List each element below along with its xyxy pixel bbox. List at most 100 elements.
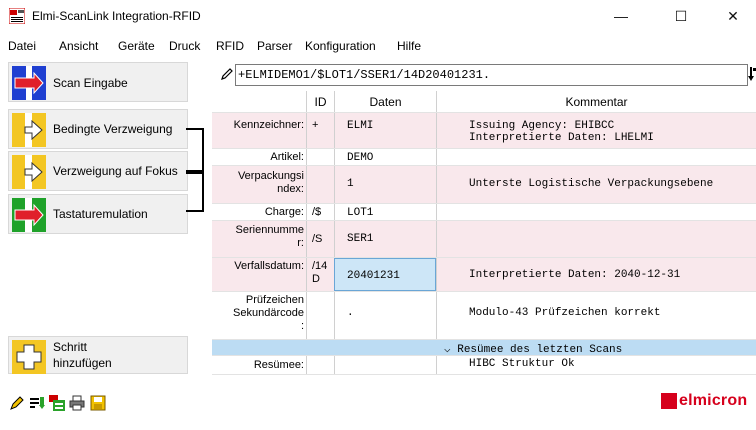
workflow-panel: Scan Eingabe Bedingte Verzweigung Verzwe… [0, 60, 212, 375]
menu-geraete[interactable]: Geräte [118, 39, 155, 53]
comment-line: Interpretierte Daten: LHELMI [469, 132, 654, 144]
row-data: . [334, 292, 436, 339]
keyboard-emulation-icon [12, 198, 46, 232]
step-focus-branch[interactable]: Verzweigung auf Fokus [8, 151, 188, 191]
menu-bar: Datei Ansicht Geräte Druck RFID Parser K… [0, 36, 756, 58]
row-comment: Modulo-43 Prüfzeichen korrekt [436, 292, 756, 339]
label-line: ndex: [277, 183, 304, 195]
group-header[interactable]: ⌵ Resümee des letzten Scans [436, 340, 756, 356]
menu-ansicht[interactable]: Ansicht [59, 39, 98, 53]
row-comment: Unterste Logistische Verpackungsebene [436, 166, 756, 203]
row-label: Prüfzeichen Sekundärcode : [212, 292, 306, 339]
parse-result-grid: ID Daten Kommentar Kennzeichner: + ELMI … [212, 91, 756, 375]
row-label: Kennzeichner: [233, 119, 304, 131]
step-scan-input[interactable]: Scan Eingabe [8, 62, 188, 102]
row-label: Charge: [264, 206, 304, 218]
row-data[interactable]: 20401231 [334, 258, 436, 291]
row-comment [436, 149, 756, 165]
row-id: /14 D [306, 258, 334, 291]
table-row[interactable]: Verfallsdatum: /14 D 20401231 Interpreti… [212, 258, 756, 292]
label-line: : [300, 320, 304, 332]
row-comment: Interpretierte Daten: 2040-12-31 [436, 258, 756, 291]
row-comment: Issuing Agency: EHIBCC Interpretierte Da… [436, 113, 756, 148]
branch-connector [186, 128, 204, 172]
table-row[interactable]: Prüfzeichen Sekundärcode : . Modulo-43 P… [212, 292, 756, 340]
header-comment[interactable]: Kommentar [436, 91, 756, 112]
row-id: /$ [306, 204, 334, 220]
menu-parser[interactable]: Parser [257, 39, 292, 53]
conditional-branch-icon [12, 113, 46, 147]
id-line: /14 [312, 260, 328, 272]
menu-rfid[interactable]: RFID [216, 39, 244, 53]
header-data[interactable]: Daten [334, 91, 436, 112]
table-row[interactable]: Kennzeichner: + ELMI Issuing Agency: EHI… [212, 113, 756, 149]
chevron-down-icon[interactable]: ⌵ [444, 344, 451, 356]
menu-hilfe[interactable]: Hilfe [397, 39, 421, 53]
row-data [334, 356, 436, 374]
menu-datei[interactable]: Datei [8, 39, 36, 53]
menu-druck[interactable]: Druck [169, 39, 200, 53]
table-row[interactable]: Seriennumme r: /S SER1 [212, 221, 756, 258]
row-label: Verfallsdatum: [212, 258, 306, 291]
label-line: Seriennumme [235, 224, 304, 236]
group-header-label: Resümee des letzten Scans [457, 344, 623, 356]
header-label [212, 91, 306, 112]
step-keyboard-emulation[interactable]: Tastaturemulation [8, 194, 188, 234]
row-data: DEMO [334, 149, 436, 165]
table-row[interactable]: Charge: /$ LOT1 [212, 204, 756, 221]
add-step-label-line1: Schritt [53, 340, 88, 354]
row-data: 1 [334, 166, 436, 203]
group-header-row[interactable]: ⌵ Resümee des letzten Scans [212, 340, 756, 356]
download-icon[interactable] [748, 67, 756, 83]
label-line: r: [297, 237, 304, 249]
row-id: /S [306, 221, 334, 257]
header-id[interactable]: ID [306, 91, 334, 112]
row-id [306, 292, 334, 339]
table-row[interactable]: Resümee: HIBC Struktur Ok [212, 356, 756, 375]
row-data: LOT1 [334, 204, 436, 220]
maximize-button[interactable]: ☐ [658, 0, 704, 32]
comment-line: Issuing Agency: EHIBCC [469, 120, 615, 132]
row-data: ELMI [334, 113, 436, 148]
import-icon[interactable] [29, 395, 45, 411]
step-label: Scan Eingabe [53, 76, 128, 90]
row-id: + [306, 113, 334, 148]
step-label: Verzweigung auf Fokus [53, 164, 178, 178]
row-id [306, 149, 334, 165]
step-label: Tastaturemulation [53, 207, 148, 221]
add-step-icon [12, 340, 46, 374]
label-line: Sekundärcode [233, 307, 304, 319]
row-comment: HIBC Struktur Ok [436, 356, 756, 374]
row-label: Verpackungsi ndex: [212, 166, 306, 203]
row-comment [436, 221, 756, 257]
row-id [306, 356, 334, 374]
branch-connector [186, 172, 204, 212]
add-step-label-line2: hinzufügen [53, 356, 112, 370]
brand-logo-text: elmicron [679, 392, 748, 409]
table-row[interactable]: Verpackungsi ndex: 1 Unterste Logistisch… [212, 166, 756, 204]
app-icon [9, 8, 25, 24]
label-line: Prüfzeichen [245, 294, 304, 306]
menu-konfiguration[interactable]: Konfiguration [305, 39, 376, 53]
save-icon[interactable] [90, 395, 106, 411]
step-label: Bedingte Verzweigung [53, 122, 173, 136]
step-conditional-branch[interactable]: Bedingte Verzweigung [8, 109, 188, 149]
row-label: Seriennumme r: [212, 221, 306, 257]
add-step-button[interactable]: Schritt hinzufügen [8, 336, 188, 374]
row-label: Resümee: [253, 359, 304, 371]
scan-input-field[interactable]: +ELMIDEMO1/$LOT1/SSER1/14D20401231. [235, 64, 748, 86]
table-row[interactable]: Artikel: DEMO [212, 149, 756, 166]
bottom-toolbar: elmicron [0, 378, 756, 430]
ascii-icon[interactable] [49, 395, 65, 411]
printer-icon[interactable] [69, 395, 85, 411]
close-button[interactable]: ✕ [710, 0, 756, 32]
scan-input-icon [12, 66, 46, 100]
edit-icon[interactable] [9, 395, 25, 411]
pencil-icon [221, 68, 233, 80]
title-bar: Elmi-ScanLink Integration-RFID — ☐ ✕ [0, 0, 756, 32]
grid-header-row: ID Daten Kommentar [212, 91, 756, 113]
minimize-button[interactable]: — [598, 0, 644, 32]
row-id [306, 166, 334, 203]
window-title: Elmi-ScanLink Integration-RFID [32, 9, 201, 23]
row-comment [436, 204, 756, 220]
